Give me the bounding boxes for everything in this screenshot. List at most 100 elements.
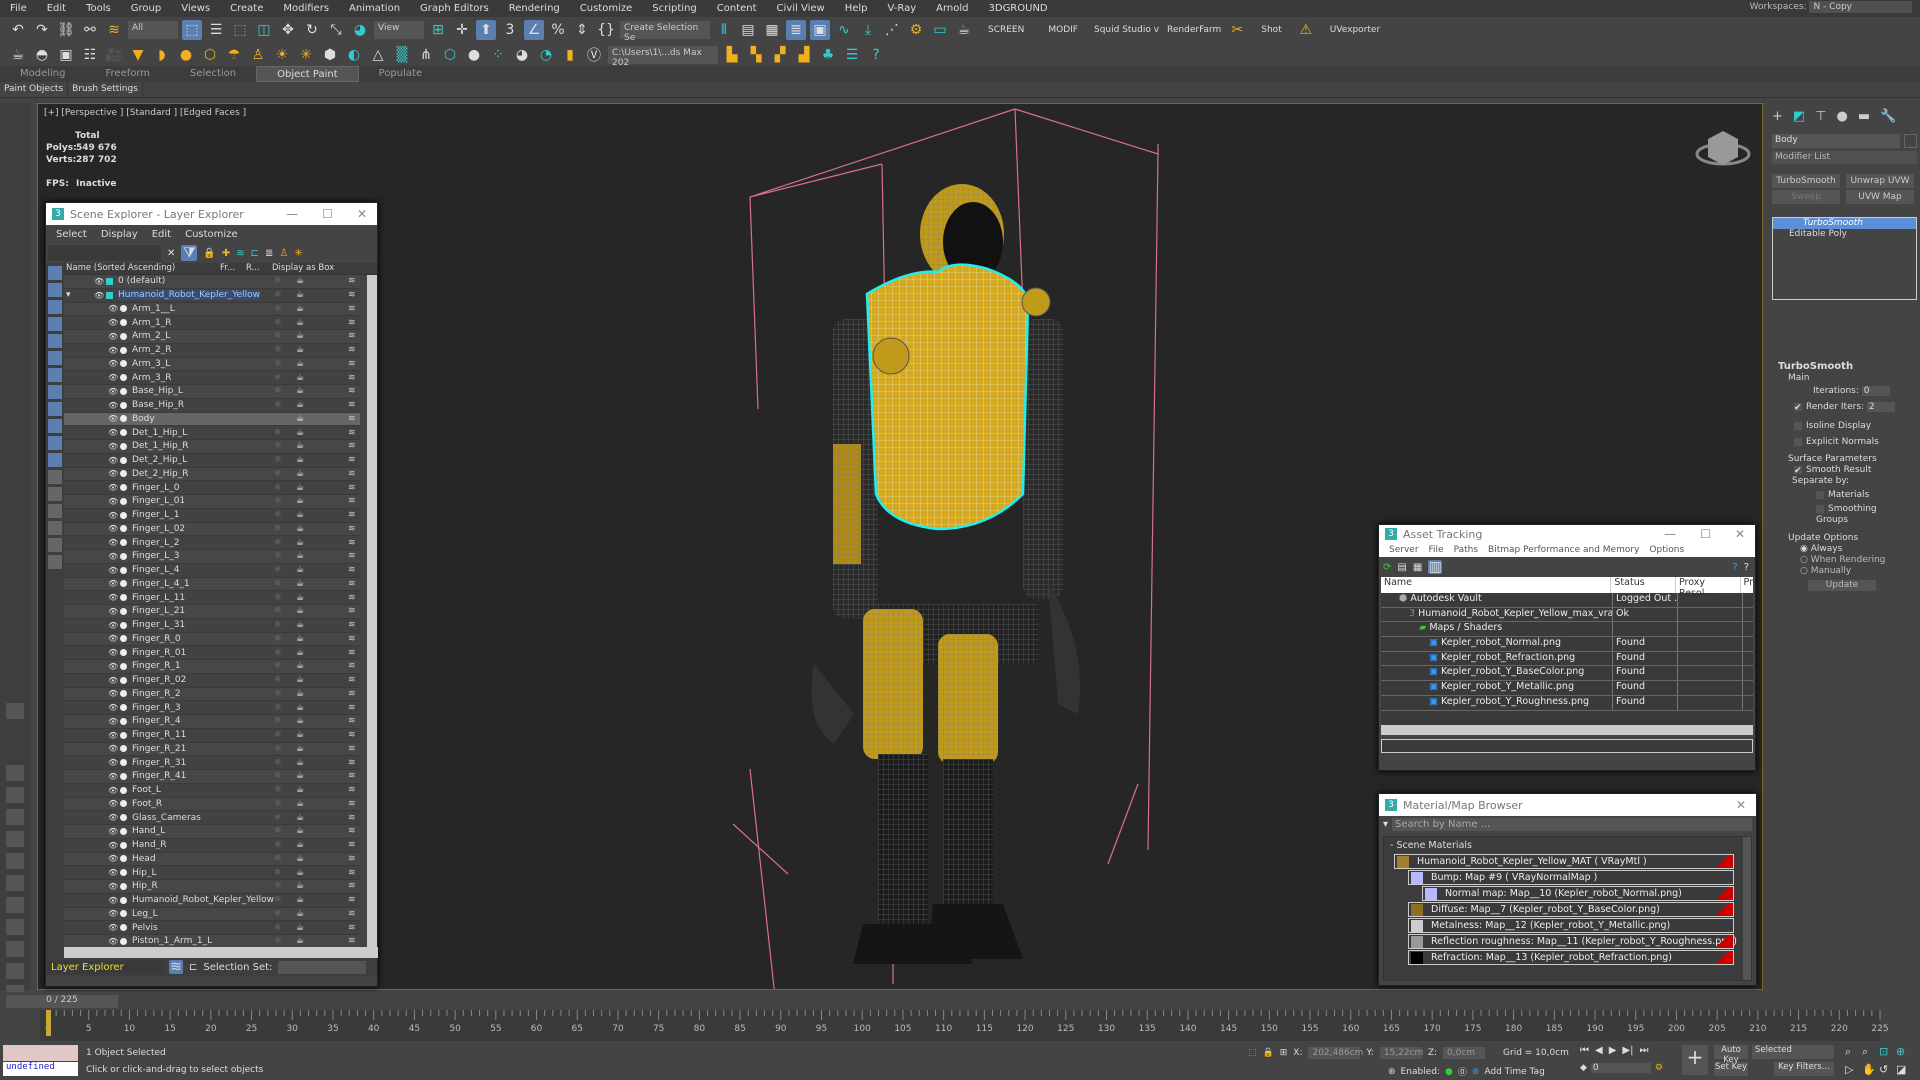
adaptive-degradation-icon[interactable]: ⊛: [1388, 1067, 1396, 1077]
list-view-icon[interactable]: ▤: [1397, 562, 1406, 573]
shot-button[interactable]: Shot: [1251, 25, 1291, 35]
zoom-all-icon[interactable]: ⌕: [1862, 1045, 1879, 1059]
freeze-icon[interactable]: ❄: [274, 868, 282, 878]
layer-row[interactable]: 👁 Glass_Cameras ❄ ☕ ≋: [64, 811, 360, 825]
visibility-eye-icon[interactable]: 👁: [94, 277, 104, 286]
display-as-box-icon[interactable]: ≋: [348, 304, 356, 314]
display-as-box-icon[interactable]: ≋: [348, 428, 356, 438]
asset-row[interactable]: ▰ Maps / Shaders: [1381, 622, 1753, 638]
visibility-eye-icon[interactable]: 👁: [108, 717, 118, 726]
freeze-icon[interactable]: ❄: [274, 551, 282, 561]
forest-icon[interactable]: ♣: [818, 45, 838, 65]
modify-tab-icon[interactable]: ◩: [1793, 109, 1805, 124]
go-to-end-icon[interactable]: ⏭: [1639, 1045, 1648, 1056]
freeze-icon[interactable]: ❄: [274, 414, 282, 424]
display-as-box-icon[interactable]: ≋: [348, 510, 356, 520]
unwrap-uvw-button[interactable]: Unwrap UVW: [1846, 174, 1914, 188]
asset-menu-paths[interactable]: Paths: [1454, 545, 1478, 555]
filter-toggle-icon[interactable]: [48, 334, 62, 348]
selection-filter-dropdown[interactable]: All: [128, 20, 178, 39]
refresh-icon[interactable]: ⟳: [1383, 562, 1391, 573]
display-as-box-icon[interactable]: ≋: [348, 318, 356, 328]
window-crossing-icon[interactable]: ◫: [254, 20, 274, 40]
visibility-eye-icon[interactable]: 👁: [108, 552, 118, 561]
layer-row[interactable]: 👁 Foot_L ❄ ☕ ≋: [64, 783, 360, 798]
list-icon[interactable]: ☷: [80, 45, 100, 65]
selection-set-dropdown[interactable]: [278, 960, 367, 974]
layer-row[interactable]: 👁 Hip_L ❄ ☕ ≋: [64, 866, 360, 880]
left-tool-icon[interactable]: [6, 765, 24, 781]
camera-icon[interactable]: 🎥: [104, 45, 124, 65]
visibility-eye-icon[interactable]: 👁: [108, 332, 118, 341]
spotlight-icon[interactable]: ▼: [128, 45, 148, 65]
freeze-icon[interactable]: ❄: [274, 345, 282, 355]
scissors-icon[interactable]: ✂: [1227, 20, 1247, 40]
layer-row[interactable]: 👁 Hand_L ❄ ☕ ≋: [64, 825, 360, 839]
menu-graph-editors[interactable]: Graph Editors: [410, 3, 499, 14]
renderable-teapot-icon[interactable]: ☕: [296, 318, 304, 328]
freeze-icon[interactable]: ❄: [274, 290, 282, 300]
renderable-teapot-icon[interactable]: ☕: [296, 345, 304, 355]
renderable-teapot-icon[interactable]: ☕: [296, 620, 304, 630]
renderable-teapot-icon[interactable]: ☕: [296, 826, 304, 836]
bind-space-warp-icon[interactable]: ≋: [104, 20, 124, 40]
material-row[interactable]: Bump: Map #9 ( VRayNormalMap ): [1408, 870, 1734, 885]
renderable-teapot-icon[interactable]: ☕: [296, 785, 304, 795]
layer-row[interactable]: 👁 Finger_R_3 ❄ ☕ ≋: [64, 701, 360, 715]
freeze-icon[interactable]: ❄: [274, 593, 282, 603]
display-as-box-icon[interactable]: ≋: [348, 483, 356, 493]
visibility-eye-icon[interactable]: 👁: [108, 799, 118, 808]
asset-row[interactable]: ▣ Kepler_robot_Y_Roughness.png Found: [1381, 695, 1753, 711]
layer-row[interactable]: 👁 Finger_L_2 ❄ ☕ ≋: [64, 536, 360, 550]
key-mode-icon[interactable]: ◆: [1580, 1063, 1587, 1073]
ribbon-tab-object-paint[interactable]: Object Paint: [256, 66, 359, 82]
freeze-icon[interactable]: ❄: [274, 510, 282, 520]
project-folder-icon[interactable]: ▚: [746, 45, 766, 65]
close-button[interactable]: ✕: [1736, 798, 1746, 812]
renderable-teapot-icon[interactable]: ☕: [296, 606, 304, 616]
left-tool-icon[interactable]: [6, 919, 24, 935]
filter-toggle-icon[interactable]: [48, 385, 62, 399]
renderable-teapot-icon[interactable]: ☕: [296, 854, 304, 864]
vray-frame-buffer-icon[interactable]: ◔: [536, 45, 556, 65]
freeze-icon[interactable]: ❄: [274, 496, 282, 506]
scene-converter-icon[interactable]: ▟: [794, 45, 814, 65]
freeze-icon[interactable]: ❄: [274, 386, 282, 396]
layer-row[interactable]: 👁 Arm_2_L ❄ ☕ ≋: [64, 330, 360, 344]
visibility-eye-icon[interactable]: 👁: [108, 593, 118, 602]
ribbon-tab-modeling[interactable]: Modeling: [0, 66, 86, 82]
material-scrollbar[interactable]: [1743, 837, 1751, 980]
go-to-start-icon[interactable]: ⏮: [1580, 1045, 1589, 1056]
layer-row[interactable]: 👁 Finger_R_31 ❄ ☕ ≋: [64, 756, 360, 770]
scale-icon[interactable]: ⤡: [326, 20, 346, 40]
iterations-spinner[interactable]: 0: [1861, 386, 1890, 396]
freeze-icon[interactable]: ❄: [274, 909, 282, 919]
dome-light-icon[interactable]: ◗: [152, 45, 172, 65]
visibility-eye-icon[interactable]: 👁: [108, 414, 118, 423]
hierarchy-icon[interactable]: ⊏: [251, 248, 259, 259]
renderable-teapot-icon[interactable]: ☕: [296, 331, 304, 341]
asset-menu-server[interactable]: Server: [1389, 545, 1419, 555]
renderable-teapot-icon[interactable]: ☕: [296, 593, 304, 603]
visibility-eye-icon[interactable]: 👁: [108, 387, 118, 396]
dope-sheet-icon[interactable]: ⤓: [858, 20, 878, 40]
manually-radio[interactable]: Manually: [1811, 566, 1852, 576]
layer-row[interactable]: 👁 Finger_L_31 ❄ ☕ ≋: [64, 618, 360, 633]
freeze-icon[interactable]: ❄: [274, 744, 282, 754]
column-name[interactable]: Name (Sorted Ascending): [64, 263, 220, 274]
renderable-teapot-icon[interactable]: ☕: [296, 428, 304, 438]
layer-row[interactable]: 👁 Finger_L_3 ❄ ☕ ≋: [64, 550, 360, 564]
display-as-box-icon[interactable]: ≋: [348, 373, 356, 383]
rotate-icon[interactable]: ↻: [302, 20, 322, 40]
menu-civil-view[interactable]: Civil View: [767, 3, 835, 14]
ies-light-icon[interactable]: ☂: [224, 45, 244, 65]
layer-row[interactable]: 👁 Finger_R_41 ❄ ☕ ≋: [64, 770, 360, 784]
renderable-teapot-icon[interactable]: ☕: [296, 524, 304, 534]
unlink-icon[interactable]: ⚯: [80, 20, 100, 40]
layer-row[interactable]: 👁 Arm_3_L ❄ ☕ ≋: [64, 357, 360, 372]
vray-fur-icon[interactable]: ▒: [392, 45, 412, 65]
renderable-teapot-icon[interactable]: ☕: [296, 400, 304, 410]
display-tab-icon[interactable]: ▬: [1858, 109, 1870, 124]
column-status[interactable]: Status: [1611, 577, 1676, 593]
modifier-list-dropdown[interactable]: Modifier List: [1772, 151, 1917, 164]
